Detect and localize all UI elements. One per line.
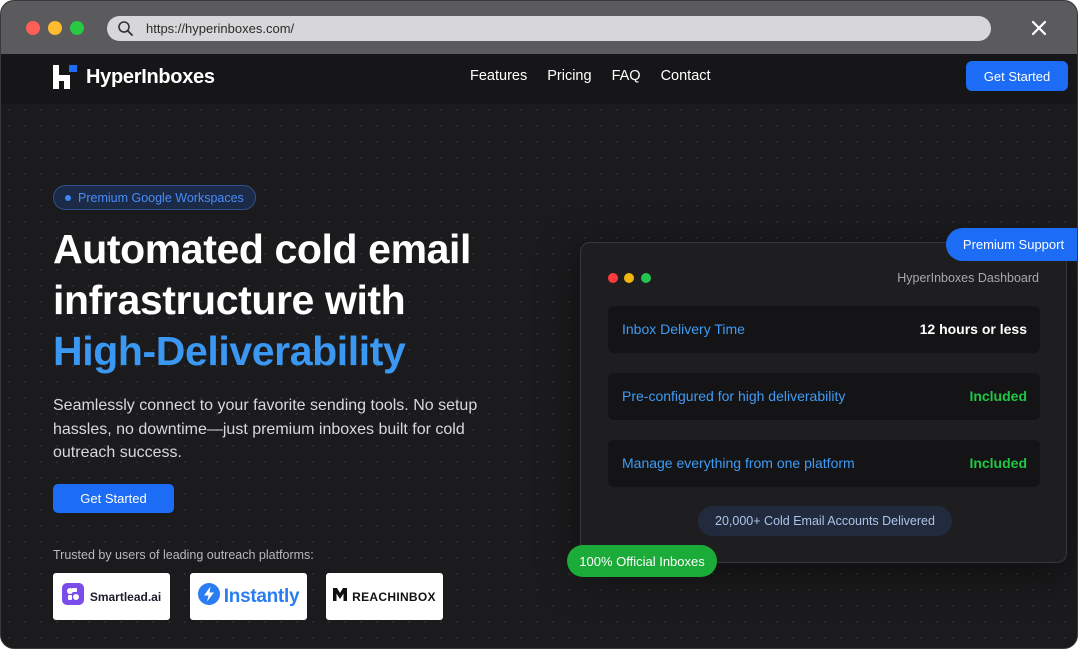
close-window-button[interactable] [26,21,40,35]
row-value: Included [969,388,1027,404]
partner-logo-reachinbox: REACHINBOX [326,573,443,620]
card-green-dot [641,273,651,283]
page-content: HyperInboxes Features Pricing FAQ Contac… [1,54,1077,648]
smartlead-icon [61,583,84,610]
nav-link-faq[interactable]: FAQ [612,68,641,84]
partner-name-instantly: Instantly [223,585,300,607]
instantly-bolt-icon [197,583,220,610]
nav-link-features[interactable]: Features [470,68,527,84]
row-label: Inbox Delivery Time [622,321,745,337]
partner-name-smartlead: Smartlead.ai [89,589,162,604]
badge-label: Premium Google Workspaces [78,190,244,205]
address-bar[interactable]: https://hyperinboxes.com/ [107,16,991,41]
reachinbox-icon [333,587,348,606]
hero-get-started-button[interactable]: Get Started [53,484,174,513]
card-yellow-dot [624,273,634,283]
row-value: Included [969,455,1027,471]
nav-link-pricing[interactable]: Pricing [547,68,591,84]
premium-support-pill: Premium Support [946,228,1077,261]
hero-headline: Automated cold email infrastructure with… [53,224,573,377]
partner-logo-instantly: Instantly [190,573,307,620]
close-icon[interactable] [1030,19,1048,37]
header-get-started-button[interactable]: Get Started [966,61,1068,91]
address-bar-url: https://hyperinboxes.com/ [146,21,295,36]
dashboard-row: Pre-configured for high deliverability I… [608,373,1040,420]
browser-toolbar: https://hyperinboxes.com/ [1,1,1077,54]
site-header: HyperInboxes Features Pricing FAQ Contac… [1,54,1077,104]
badge-dot-icon [65,195,71,201]
dashboard-row: Manage everything from one platform Incl… [608,440,1040,487]
browser-window: https://hyperinboxes.com/ HyperInboxes F… [0,0,1078,649]
search-icon [117,20,134,42]
partner-name-reachinbox: REACHINBOX [352,589,436,604]
minimize-window-button[interactable] [48,21,62,35]
headline-line-2: infrastructure with [53,277,406,323]
row-label: Manage everything from one platform [622,455,855,471]
headline-line-1: Automated cold email [53,226,472,272]
official-inboxes-pill: 100% Official Inboxes [567,545,717,577]
partner-logo-smartlead: Smartlead.ai [53,573,170,620]
hero-description: Seamlessly connect to your favorite send… [53,397,478,461]
hero-badge: Premium Google Workspaces [53,185,256,210]
headline-accent: High-Deliverability [53,328,406,374]
dashboard-title: HyperInboxes Dashboard [897,271,1039,285]
maximize-window-button[interactable] [70,21,84,35]
row-value: 12 hours or less [919,321,1027,337]
accounts-delivered-badge: 20,000+ Cold Email Accounts Delivered [698,506,952,536]
brand-name: HyperInboxes [86,65,215,88]
hyperinboxes-logo-icon [53,65,77,89]
nav-link-contact[interactable]: Contact [661,68,711,84]
trusted-by-text: Trusted by users of leading outreach pla… [53,548,314,562]
dashboard-row: Inbox Delivery Time 12 hours or less [608,306,1040,353]
brand-logo[interactable]: HyperInboxes [53,64,215,90]
dashboard-card: HyperInboxes Dashboard Inbox Delivery Ti… [580,242,1067,563]
main-navigation: Features Pricing FAQ Contact [470,68,731,84]
row-label: Pre-configured for high deliverability [622,388,846,404]
card-red-dot [608,273,618,283]
